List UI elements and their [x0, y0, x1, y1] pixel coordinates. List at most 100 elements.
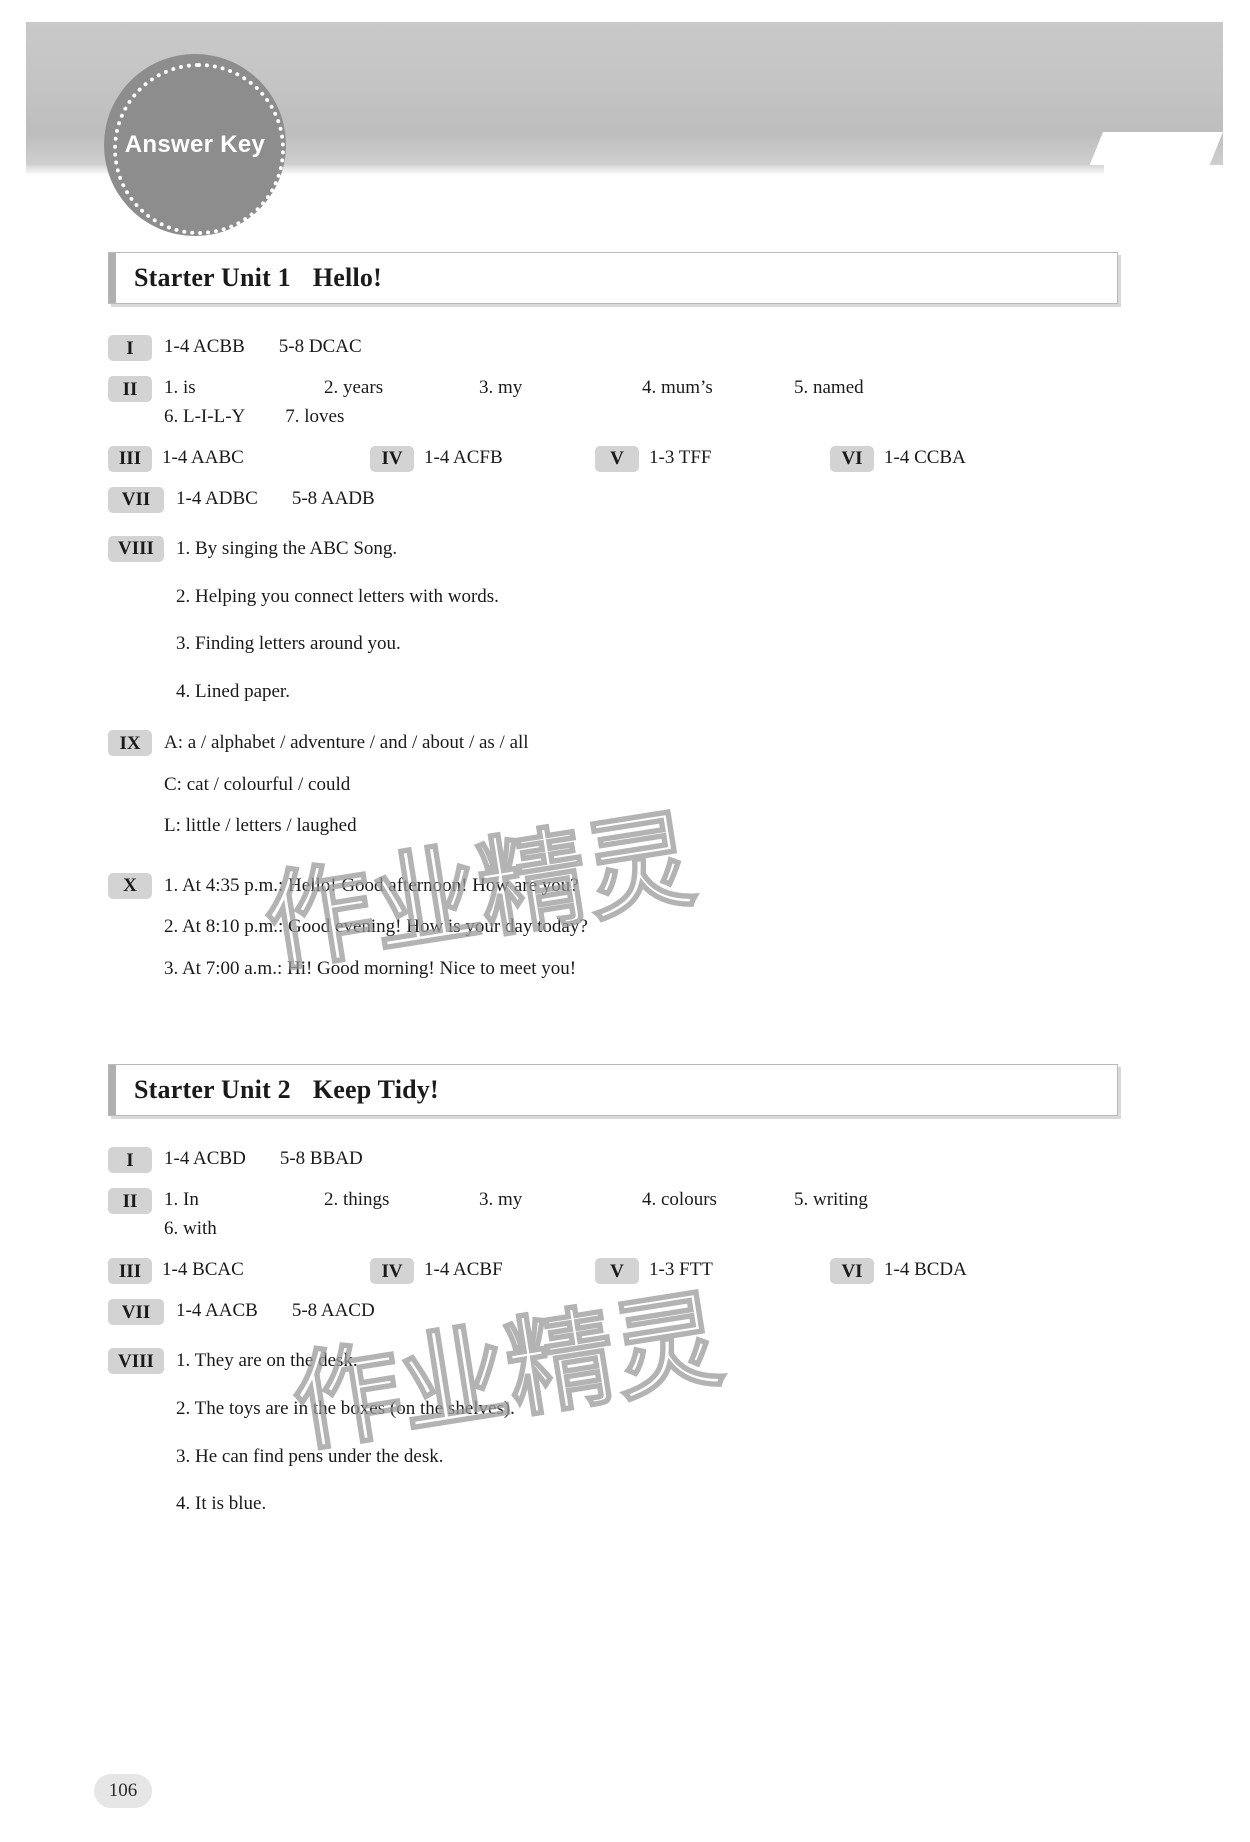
roman-badge-III: III [108, 445, 152, 472]
unit-title-bar-1: Starter Unit 1 Hello! [108, 252, 1118, 304]
roman-badge-I: I [108, 1147, 152, 1174]
roman-badge-VII: VII [108, 486, 164, 513]
answer-list-item: 1. By singing the ABC Song. [176, 537, 398, 559]
answer-row-1-X: X 1. At 4:35 p.m.: Hello! Good afternoon… [108, 872, 1118, 997]
fill-item: 3. my [479, 377, 523, 398]
roman-badge-IV: IV [370, 1258, 414, 1285]
answer-list-1-VIII: 1. By singing the ABC Song. 2. Helping y… [164, 535, 499, 705]
answer-list-1-X: 1. At 4:35 p.m.: Hello! Good afternoon! … [152, 872, 588, 997]
roman-badge-VIII: VIII [108, 1348, 164, 1375]
answer-group-IV: IV 1-4 ACBF [370, 1257, 595, 1285]
answer-list-item: 3. Finding letters around you. [176, 633, 401, 655]
answer-part-b: 5-8 BBAD [279, 1148, 363, 1170]
roman-badge-IV: IV [370, 445, 414, 472]
answer-list-item: L: little / letters / laughed [164, 815, 357, 837]
fill-item: 5. named [794, 377, 864, 398]
fill-item: 6. with [164, 1218, 217, 1240]
answer-text-1-IV: 1-4 ACFB [424, 446, 503, 468]
answer-content: Starter Unit 1 Hello! I 1-4 ACBB 5-8 DCAC … [108, 252, 1118, 1528]
fill-item: 2. things [324, 1189, 390, 1211]
roman-badge-V: V [595, 445, 639, 472]
fill-item: 1. is [164, 377, 196, 398]
answer-text-1-VI: 1-4 CCBA [884, 446, 966, 468]
answer-row-2-III-VI: III 1-4 BCAC IV 1-4 ACBF V 1-3 FTT VI 1-… [108, 1257, 1118, 1285]
fill-item: 6. L-I-L-Y [164, 406, 246, 427]
unit-prefix-2: Starter Unit 2 [134, 1075, 291, 1105]
answer-list-item: 4. Lined paper. [176, 680, 290, 702]
answer-group-III: III 1-4 BCAC [108, 1257, 370, 1285]
answer-group-VI: VI 1-4 BCDA [830, 1257, 967, 1285]
roman-badge-III: III [108, 1258, 152, 1285]
answer-row-1-II-cont: 6. L-I-L-Y 7. loves [108, 404, 1118, 431]
answer-list-item: 2. At 8:10 p.m.: Good evening! How is yo… [164, 916, 588, 938]
answer-text-1-I: 1-4 ACBB 5-8 DCAC [152, 334, 362, 361]
answer-text-2-VI: 1-4 BCDA [884, 1259, 967, 1281]
answer-list-item: 3. At 7:00 a.m.: Hi! Good morning! Nice … [164, 957, 577, 979]
answer-list-item: A: a / alphabet / adventure / and / abou… [164, 732, 529, 754]
answer-row-1-IX: IX A: a / alphabet / adventure / and / a… [108, 729, 1118, 854]
answer-text-1-V: 1-3 TFF [649, 446, 712, 468]
unit-title-bar-2: Starter Unit 2 Keep Tidy! [108, 1064, 1118, 1117]
answer-text-2-VII: 1-4 AACB 5-8 AACD [164, 1298, 375, 1325]
answer-group-VI: VI 1-4 CCBA [830, 445, 966, 472]
unit-accent-bar [109, 253, 116, 303]
answer-text-1-II: 1. is 2. years 3. my 4. mum’s 5. named [152, 375, 864, 402]
banner-notch [1080, 132, 1223, 188]
answer-text-2-IV: 1-4 ACBF [424, 1259, 503, 1281]
fill-in-columns: 1. is 2. years 3. my 4. mum’s 5. named [164, 375, 864, 402]
unit-name-2: Keep Tidy! [312, 1075, 439, 1105]
answer-row-1-III-VI: III 1-4 AABC IV 1-4 ACFB V 1-3 TFF VI 1-… [108, 445, 1118, 472]
fill-item: 4. colours [642, 1189, 717, 1211]
answer-part-b: 5-8 DCAC [278, 336, 362, 357]
fill-item: 1. In [164, 1189, 199, 1211]
answer-list-item: 4. It is blue. [176, 1493, 267, 1515]
fill-item: 2. years [324, 377, 384, 398]
answer-row-1-I: I 1-4 ACBB 5-8 DCAC [108, 334, 1118, 361]
answer-list-item: 1. They are on the desk. [176, 1350, 358, 1372]
answer-text-2-II: 1. In 2. things 3. my 4. colours 5. writ… [152, 1187, 868, 1214]
unit-name-1: Hello! [312, 263, 382, 292]
unit-title-text-2: Starter Unit 2 Keep Tidy! [116, 1075, 439, 1105]
answer-list-1-IX: A: a / alphabet / adventure / and / abou… [152, 729, 529, 854]
answer-list-item: 2. The toys are in the boxes (on the she… [176, 1397, 515, 1419]
answer-text-2-V: 1-3 FTT [649, 1259, 713, 1281]
answer-row-1-II: II 1. is 2. years 3. my 4. mum’s 5. name… [108, 375, 1118, 402]
answer-part-a: 1-4 ACBB [164, 336, 245, 357]
page-number: 106 [94, 1774, 152, 1808]
fill-item: 4. mum’s [642, 377, 713, 398]
answer-part-a: 1-4 AACB [176, 1300, 258, 1322]
unit-prefix-1: Starter Unit 1 [134, 263, 291, 292]
answer-row-1-VII: VII 1-4 ADBC 5-8 AADB [108, 486, 1118, 513]
roman-badge-II: II [108, 376, 152, 402]
answer-group-V: V 1-3 TFF [595, 445, 830, 472]
answer-key-label: Answer Key [124, 131, 266, 158]
answer-list-item: 1. At 4:35 p.m.: Hello! Good afternoon! … [164, 874, 579, 896]
roman-badge-VI: VI [830, 1258, 874, 1285]
answer-part-a: 1-4 ACBD [164, 1148, 246, 1170]
roman-badge-I: I [108, 335, 152, 361]
roman-badge-IX: IX [108, 730, 152, 757]
roman-badge-VIII: VIII [108, 535, 164, 562]
fill-in-columns: 1. In 2. things 3. my 4. colours 5. writ… [164, 1187, 868, 1214]
answer-part-b: 5-8 AACD [291, 1300, 375, 1322]
answer-row-2-I: I 1-4 ACBD 5-8 BBAD [108, 1146, 1118, 1174]
roman-badge-X: X [108, 872, 152, 899]
answer-part-b: 5-8 AADB [291, 487, 375, 509]
answer-row-2-II: II 1. In 2. things 3. my 4. colours 5. w… [108, 1187, 1118, 1215]
answer-key-seal: Answer Key [104, 54, 286, 236]
fill-item: 7. loves [285, 406, 345, 427]
answer-group-IV: IV 1-4 ACFB [370, 445, 595, 472]
answer-list-item: 2. Helping you connect letters with word… [176, 585, 499, 607]
roman-badge-II: II [108, 1188, 152, 1215]
answer-row-2-VIII: VIII 1. They are on the desk. 2. The toy… [108, 1347, 1118, 1517]
answer-row-2-VII: VII 1-4 AACB 5-8 AACD [108, 1298, 1118, 1326]
answer-key-page: Answer Key Starter Unit 1 Hello! I 1-4 AC… [0, 0, 1250, 1842]
fill-item: 3. my [479, 1189, 523, 1211]
answer-text-2-I: 1-4 ACBD 5-8 BBAD [152, 1146, 363, 1173]
answer-list-item: C: cat / colourful / could [164, 773, 351, 795]
fill-item: 5. writing [794, 1189, 868, 1211]
answer-list-item: 3. He can find pens under the desk. [176, 1445, 444, 1467]
answer-row-1-VIII: VIII 1. By singing the ABC Song. 2. Help… [108, 535, 1118, 705]
answer-list-2-VIII: 1. They are on the desk. 2. The toys are… [164, 1347, 515, 1517]
answer-text-1-VII: 1-4 ADBC 5-8 AADB [164, 486, 375, 513]
